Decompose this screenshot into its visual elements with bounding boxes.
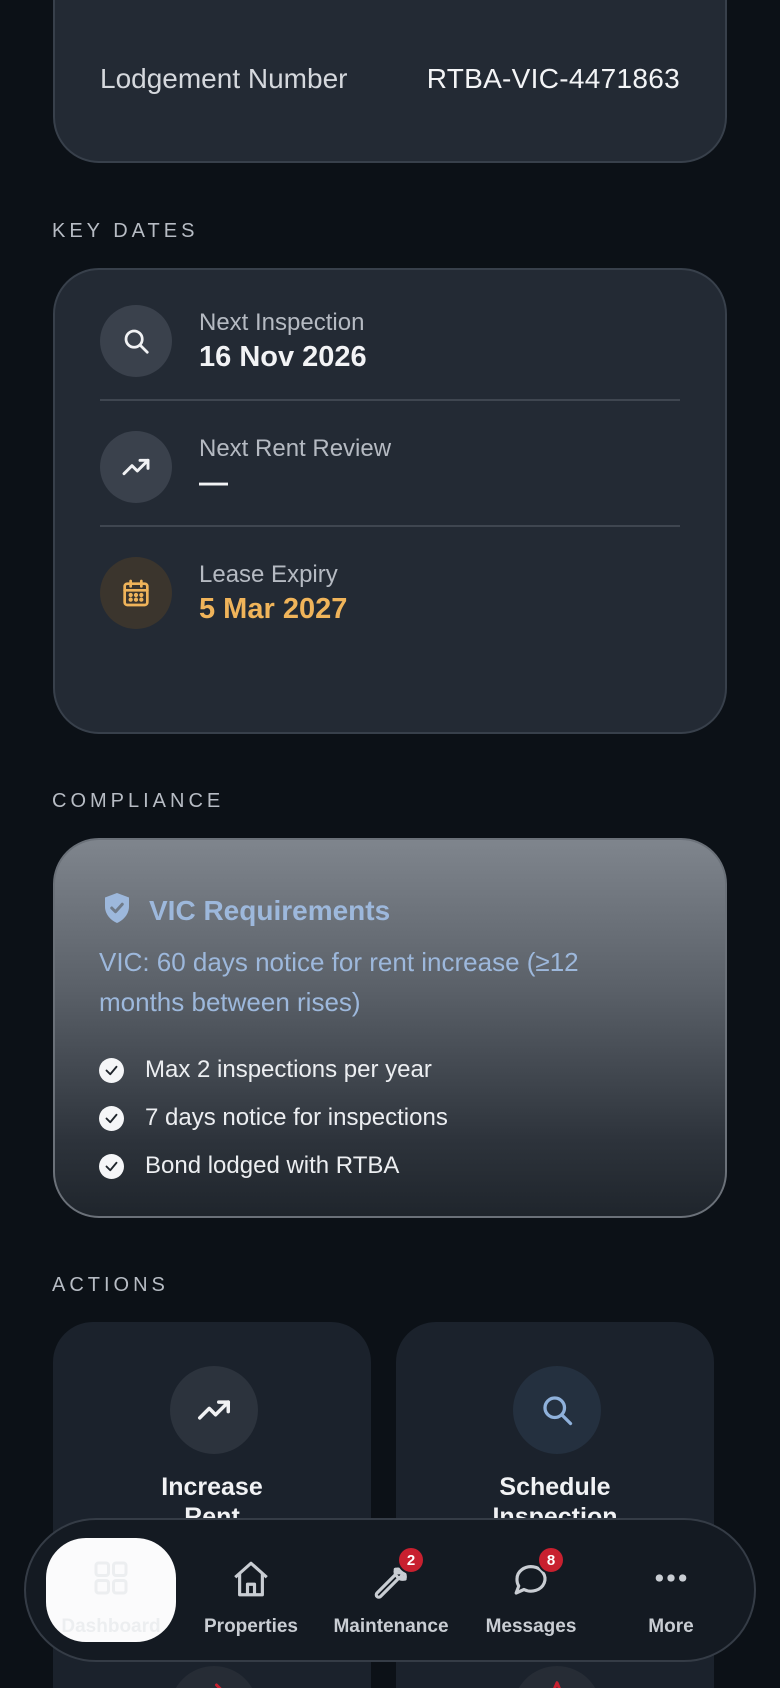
lodgement-number-value: RTBA-VIC-4471863 [426, 63, 680, 94]
tab-label: Properties [204, 1616, 298, 1637]
date-value: 16 Nov 2026 [199, 341, 367, 373]
search-icon [100, 305, 172, 377]
date-value: 5 Mar 2027 [199, 593, 348, 625]
date-label: Next Rent Review [199, 435, 392, 462]
checklist-item: Bond lodged with RTBA [99, 1142, 448, 1190]
chat-icon [461, 1558, 601, 1602]
compliance-description: VIC: 60 days notice for rent increase (≥… [99, 947, 579, 1017]
tab-label: Maintenance [333, 1616, 449, 1637]
compliance-title: VIC Requirements [149, 894, 391, 926]
compliance-header: VIC Requirements [99, 890, 390, 931]
tab-messages[interactable]: 8 Messages [461, 1520, 601, 1660]
date-row-next-rent-review: Next Rent Review — [100, 401, 680, 527]
trending-up-icon [170, 1366, 258, 1454]
tab-label: Dashboard [61, 1616, 161, 1637]
actions-heading: ACTIONS [52, 1274, 169, 1296]
tab-properties[interactable]: Properties [181, 1520, 321, 1660]
more-icon [601, 1558, 741, 1602]
shield-check-icon [99, 890, 135, 931]
lodgement-number-row: Lodgement Number RTBA-VIC-4471863 [100, 59, 680, 99]
home-icon [181, 1558, 321, 1602]
grid-icon [26, 1558, 196, 1602]
lease-details-card: Lodgement Number RTBA-VIC-4471863 [53, 0, 727, 163]
undo-icon [170, 1666, 258, 1688]
compliance-heading: COMPLIANCE [52, 790, 225, 812]
checklist-item-text: Bond lodged with RTBA [145, 1152, 400, 1179]
check-icon [99, 1153, 124, 1179]
search-icon [513, 1366, 601, 1454]
lodgement-number-label: Lodgement Number [100, 63, 348, 94]
trending-up-icon [100, 431, 172, 503]
date-label: Next Inspection [199, 309, 365, 336]
checklist-item: 7 days notice for inspections [99, 1094, 448, 1142]
check-icon [99, 1105, 124, 1131]
tab-label: More [648, 1616, 694, 1637]
compliance-card: VIC Requirements VIC: 60 days notice for… [53, 838, 727, 1218]
property-detail-screen: Lodgement Number RTBA-VIC-4471863 KEY DA… [0, 0, 780, 1688]
date-value: — [199, 467, 228, 499]
checklist-item: Max 2 inspections per year [99, 1046, 448, 1094]
tab-dashboard[interactable]: Dashboard [26, 1520, 196, 1660]
date-label: Lease Expiry [199, 561, 338, 588]
tab-maintenance[interactable]: 2 Maintenance [321, 1520, 461, 1660]
key-dates-card: Next Inspection 16 Nov 2026 Next Rent Re… [53, 268, 727, 734]
tab-label: Messages [485, 1616, 577, 1637]
key-dates-heading: KEY DATES [52, 220, 199, 242]
date-row-lease-expiry: Lease Expiry 5 Mar 2027 [100, 527, 680, 653]
calendar-icon [100, 557, 172, 629]
bottom-tab-bar: Dashboard Properties 2 Maintenance 8 Mes… [24, 1518, 756, 1662]
date-row-next-inspection: Next Inspection 16 Nov 2026 [100, 275, 680, 401]
tab-more[interactable]: More [601, 1520, 741, 1660]
checklist-item-text: 7 days notice for inspections [145, 1104, 448, 1131]
star-icon [513, 1666, 601, 1688]
compliance-checklist: Max 2 inspections per year 7 days notice… [99, 1046, 448, 1190]
messages-badge: 8 [537, 1546, 565, 1574]
checklist-item-text: Max 2 inspections per year [145, 1056, 432, 1083]
check-icon [99, 1057, 124, 1083]
maintenance-badge: 2 [397, 1546, 425, 1574]
wrench-icon [321, 1558, 461, 1602]
